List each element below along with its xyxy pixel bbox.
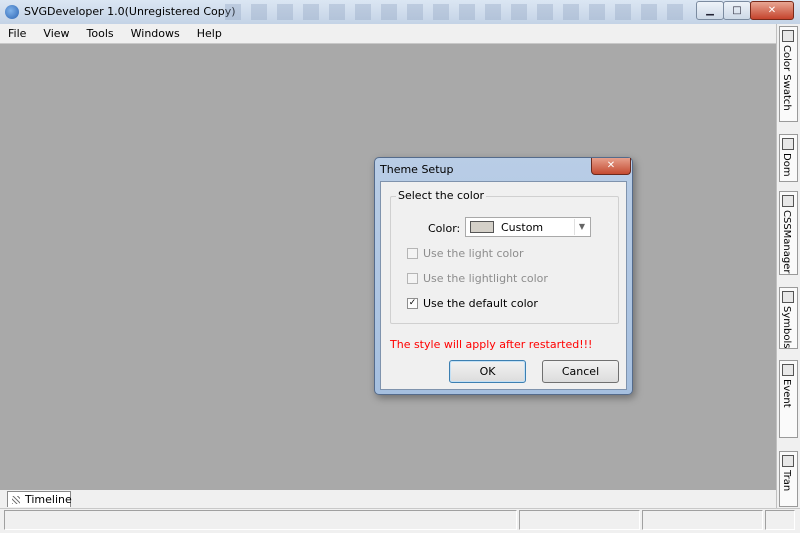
menu-file[interactable]: File — [8, 27, 26, 40]
color-dropdown[interactable]: Custom ▼ — [465, 217, 591, 237]
chevron-down-icon[interactable]: ▼ — [574, 219, 589, 235]
dialog-body: Select the color Color: Custom ▼ Use the… — [380, 181, 627, 390]
dock-tab-label: Tran — [781, 470, 792, 492]
css-icon — [782, 195, 794, 207]
status-cell-2 — [519, 510, 640, 530]
dock-tab-label: Event — [781, 379, 792, 408]
minimize-button[interactable]: ▁ — [696, 1, 724, 20]
dock-tab-color-swatch[interactable]: Color Swatch — [779, 26, 798, 122]
menu-windows[interactable]: Windows — [131, 27, 180, 40]
default-color-checkbox[interactable]: ✓ — [407, 298, 418, 309]
menu-bar: File View Tools Windows Help — [0, 24, 776, 44]
menu-tools[interactable]: Tools — [87, 27, 114, 40]
grip-icon — [12, 496, 20, 504]
dialog-close-button[interactable]: ✕ — [591, 158, 631, 175]
dock-tab-label: CSSManager — [781, 210, 792, 274]
symbols-icon — [782, 291, 794, 303]
option-light-color: Use the light color — [407, 247, 524, 260]
close-button[interactable]: ✕ — [750, 1, 794, 20]
group-label: Select the color — [396, 189, 487, 202]
bottom-tab-bar: Timeline — [0, 490, 776, 508]
light-color-label: Use the light color — [423, 247, 524, 260]
event-icon — [782, 364, 794, 376]
dom-icon — [782, 138, 794, 150]
lightlight-color-label: Use the lightlight color — [423, 272, 548, 285]
lightlight-color-checkbox[interactable] — [407, 273, 418, 284]
light-color-checkbox[interactable] — [407, 248, 418, 259]
theme-setup-dialog: Theme Setup ✕ Select the color Color: Cu… — [374, 157, 633, 395]
dock-tab-label: Dom — [781, 153, 792, 177]
dock-tab-label: Symbols — [781, 306, 792, 349]
window-title: SVGDeveloper 1.0(Unregistered Copy) — [24, 5, 236, 18]
restart-notice: The style will apply after restarted!!! — [390, 338, 593, 351]
timeline-tab-label: Timeline — [25, 493, 72, 506]
cancel-button[interactable]: Cancel — [542, 360, 619, 383]
dock-tab-event[interactable]: Event — [779, 360, 798, 438]
color-dropdown-value: Custom — [501, 221, 544, 234]
option-lightlight-color: Use the lightlight color — [407, 272, 548, 285]
right-dock: Color Swatch Dom CSSManager Symbols Even… — [776, 24, 800, 509]
title-bar[interactable]: SVGDeveloper 1.0(Unregistered Copy) ▁ □ … — [0, 0, 800, 24]
status-bar — [0, 508, 800, 533]
color-label: Color: — [428, 222, 461, 235]
select-color-group: Select the color Color: Custom ▼ Use the… — [390, 189, 619, 324]
app-logo-icon — [5, 5, 19, 19]
default-color-label: Use the default color — [423, 297, 538, 310]
window-controls: ▁ □ ✕ — [696, 1, 794, 20]
timeline-tab[interactable]: Timeline — [7, 491, 72, 507]
status-cell-main — [4, 510, 517, 530]
dock-tab-label: Color Swatch — [781, 45, 792, 111]
faded-toolbar — [225, 4, 685, 20]
option-default-color: ✓ Use the default color — [407, 297, 538, 310]
palette-icon — [782, 30, 794, 42]
menu-view[interactable]: View — [43, 27, 69, 40]
ok-button[interactable]: OK — [449, 360, 526, 383]
dock-tab-tran[interactable]: Tran — [779, 451, 798, 507]
menu-help[interactable]: Help — [197, 27, 222, 40]
maximize-button[interactable]: □ — [723, 1, 751, 20]
dock-tab-dom[interactable]: Dom — [779, 134, 798, 182]
dock-tab-cssmanager[interactable]: CSSManager — [779, 191, 798, 275]
transform-icon — [782, 455, 794, 467]
dock-tab-symbols[interactable]: Symbols — [779, 287, 798, 349]
dialog-title: Theme Setup — [380, 163, 454, 176]
status-cell-3 — [642, 510, 763, 530]
status-cell-4 — [765, 510, 795, 530]
color-swatch — [470, 221, 494, 233]
